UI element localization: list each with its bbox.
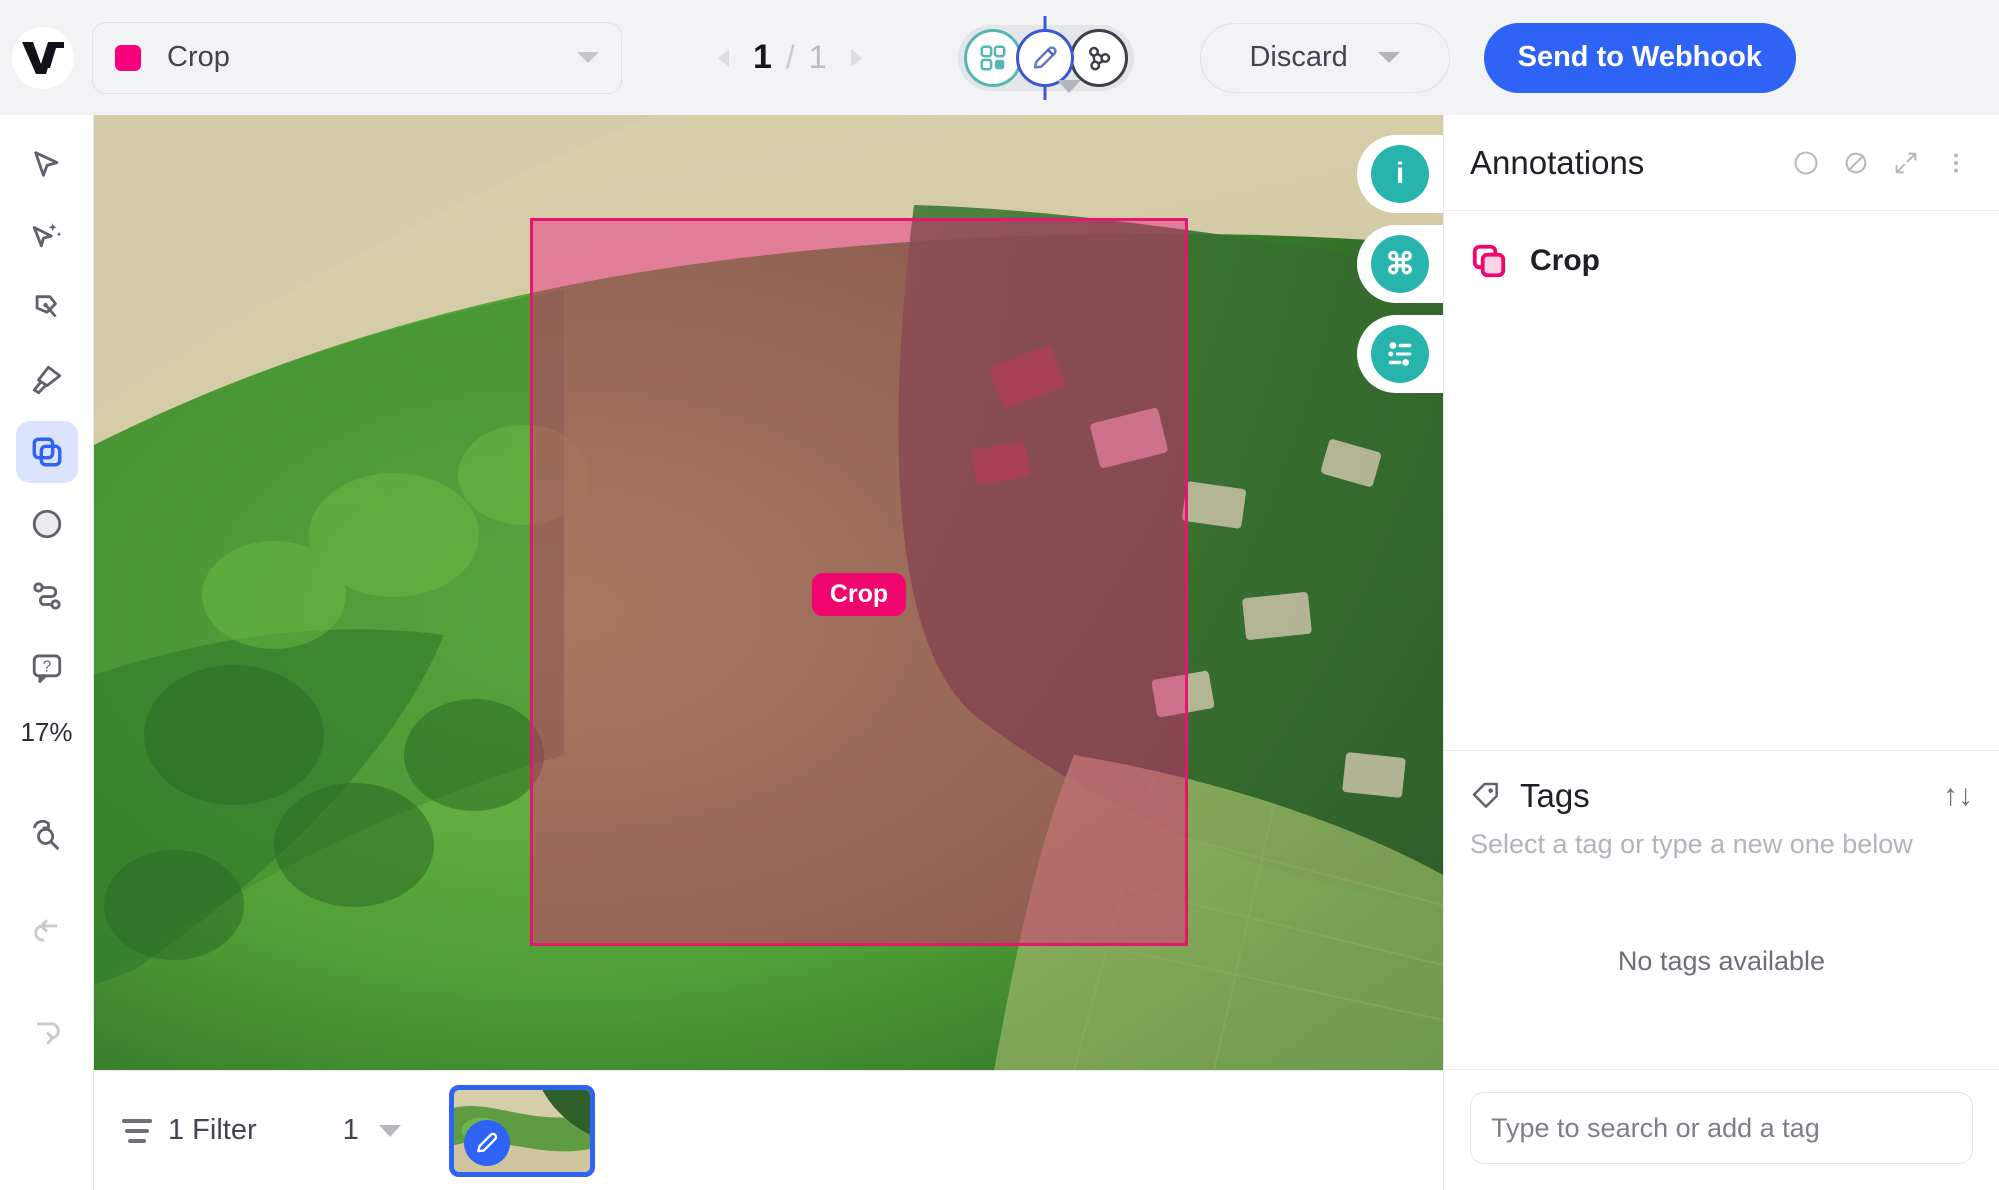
canvas-floating-buttons: i ⌘ [1357, 135, 1443, 405]
thumbnail-edit-badge[interactable] [463, 1119, 510, 1166]
class-selector[interactable]: Crop [92, 21, 622, 94]
annotation-label-pill[interactable]: Crop [811, 573, 907, 616]
annotate-stage-button[interactable] [1015, 28, 1081, 93]
cursor-arrow-icon [33, 151, 58, 177]
annotations-list: Crop [1444, 211, 1999, 311]
annotations-panel-header: Annotations [1444, 115, 1999, 211]
bounding-box-icon [1472, 244, 1506, 278]
tag-search-input[interactable] [1470, 1092, 1973, 1164]
tag-icon [1472, 782, 1498, 808]
zoom-reset-icon [32, 819, 59, 851]
pencil-icon [1033, 45, 1057, 69]
sidebar-item-reset-zoom[interactable] [16, 804, 78, 866]
next-page-button[interactable] [850, 48, 862, 67]
left-toolbar: ? 17% [0, 115, 94, 1190]
previous-page-button[interactable] [718, 48, 729, 67]
page-separator: / [785, 39, 795, 75]
crop-annotation-box[interactable]: Crop [530, 218, 1188, 946]
circle-icon [1794, 150, 1818, 175]
magic-cursor-icon [32, 223, 61, 248]
filter-label: 1 Filter [168, 1114, 257, 1146]
pencil-icon [476, 1132, 497, 1152]
circle-slash-icon [1845, 152, 1867, 173]
tags-header: Tags ↑↓ [1444, 751, 1999, 815]
pen-icon [35, 295, 57, 318]
class-color-swatch [115, 44, 141, 71]
workflow-stages [957, 24, 1134, 93]
right-side-panel: Annotations Crop Tags ↑↓ Select a tag or… [1443, 115, 1999, 1190]
svg-text:?: ? [42, 659, 51, 676]
tags-section: Tags ↑↓ Select a tag or type a new one b… [1444, 750, 1999, 1190]
v7-logo-icon [22, 41, 64, 74]
class-selector-label: Crop [167, 41, 230, 73]
command-key-icon: ⌘ [1371, 235, 1429, 293]
discard-button[interactable]: Discard [1199, 22, 1450, 93]
info-button[interactable]: i [1357, 135, 1443, 213]
chevron-down-icon[interactable] [577, 52, 599, 63]
sidebar-item-bounding-box-tool[interactable] [15, 421, 78, 483]
webhook-icon [1088, 46, 1110, 70]
sidebar-item-auto-annotate-tool[interactable] [16, 205, 78, 267]
tags-title: Tags [1520, 777, 1590, 814]
grid-icon [980, 45, 1006, 70]
dataset-stage-button[interactable] [963, 28, 1022, 87]
shortcuts-button[interactable]: ⌘ [1357, 225, 1443, 303]
filter-button[interactable]: 1 Filter [122, 1114, 257, 1147]
annotation-item-label: Crop [1530, 244, 1600, 277]
tags-empty-state: No tags available [1617, 946, 1826, 976]
vertical-dots-icon [1953, 152, 1959, 173]
item-count-label: 1 [342, 1114, 359, 1146]
sidebar-item-attributes-tool[interactable]: ? [16, 637, 78, 699]
undo-arrow-icon [33, 919, 57, 942]
annotation-app: Crop 1 / 1 Discard Send to Webhook ? 17%… [0, 0, 1999, 1190]
info-icon: i [1371, 145, 1429, 203]
sidebar-item-keypoint-skeleton-tool[interactable] [16, 565, 78, 627]
expand-panel-icon[interactable] [1885, 142, 1927, 184]
top-toolbar: Crop 1 / 1 Discard Send to Webhook [0, 0, 1999, 115]
discard-chevron-down-icon[interactable] [1377, 52, 1400, 63]
sliders-icon [1388, 342, 1412, 366]
sidebar-item-polygon-pen-tool[interactable] [16, 277, 78, 339]
circle-toggle-icon[interactable] [1785, 142, 1827, 184]
sidebar-item-ellipse-tool[interactable] [16, 493, 78, 555]
sidebar-item-brush-tool[interactable] [16, 349, 78, 411]
page-title: Annotations [1470, 143, 1645, 181]
page-navigator: 1 / 1 [718, 38, 862, 77]
sort-arrows-icon[interactable]: ↑↓ [1943, 779, 1973, 813]
send-to-webhook-button[interactable]: Send to Webhook [1483, 22, 1796, 93]
filter-icon [122, 1118, 152, 1143]
brush-icon [32, 365, 61, 395]
current-page: 1 [753, 38, 772, 76]
item-count-chevron-down-icon[interactable] [378, 1124, 401, 1137]
panel-spacer [1444, 311, 1999, 750]
v7-logo[interactable] [12, 26, 74, 89]
discard-label: Discard [1249, 41, 1348, 73]
redo-arrow-icon [36, 1022, 60, 1045]
expand-arrows-icon [1895, 152, 1917, 173]
skeleton-icon [32, 582, 61, 610]
sidebar-item-select-tool[interactable] [16, 133, 78, 195]
zoom-level-label: 17% [20, 717, 73, 747]
bounding-box-icon [32, 437, 61, 467]
webhook-stage-button[interactable] [1069, 28, 1128, 87]
more-options-icon[interactable] [1935, 142, 1977, 184]
tags-input-wrapper [1444, 1069, 1999, 1190]
image-thumbnail[interactable] [448, 1084, 595, 1177]
ellipse-icon [32, 509, 61, 539]
bottom-filter-bar: 1 Filter 1 [94, 1070, 1443, 1190]
question-bubble-icon: ? [32, 654, 61, 683]
image-canvas[interactable]: Crop i ⌘ [94, 115, 1443, 1070]
sidebar-item-redo[interactable] [16, 1000, 78, 1062]
settings-button[interactable] [1357, 315, 1443, 393]
hide-annotations-icon[interactable] [1835, 142, 1877, 184]
list-item[interactable]: Crop [1470, 233, 1973, 289]
stage-dropdown-caret[interactable] [1056, 79, 1081, 93]
tags-hint-text: Select a tag or type a new one below [1470, 829, 1913, 859]
total-pages: 1 [808, 39, 827, 75]
sidebar-item-undo[interactable] [16, 902, 78, 964]
